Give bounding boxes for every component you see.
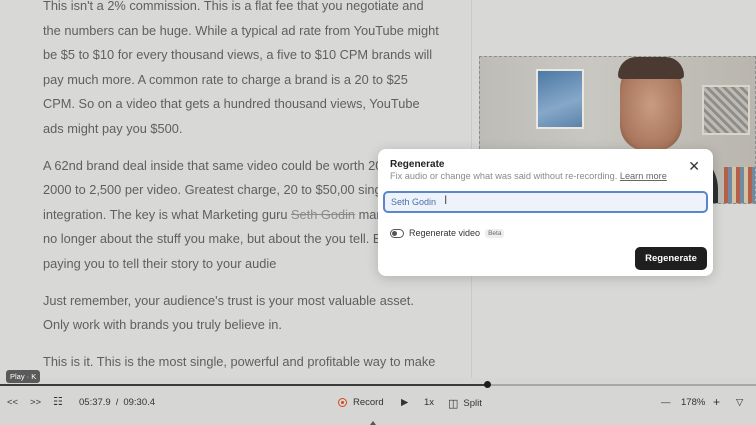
zoom-in-icon[interactable]: + xyxy=(713,395,720,409)
text-cursor-icon: I xyxy=(444,193,448,207)
toggle-icon[interactable] xyxy=(390,228,404,238)
learn-more-link[interactable]: Learn more xyxy=(620,171,667,181)
description-text: Fix audio or change what was said withou… xyxy=(390,171,618,181)
zoom-level: 178% xyxy=(681,397,706,408)
split-button[interactable]: ◫ Split xyxy=(448,397,482,410)
playhead[interactable] xyxy=(484,381,491,388)
rewind-icon[interactable]: << xyxy=(7,397,18,408)
regenerate-text-input[interactable] xyxy=(383,191,708,213)
chapters-icon[interactable]: ☷ xyxy=(53,395,63,408)
bookshelf xyxy=(724,167,755,203)
split-icon: ◫ xyxy=(448,398,459,410)
toggle-label: Regenerate video xyxy=(409,228,481,238)
transcript-paragraph[interactable]: This isn't a 2% commission. This is a fl… xyxy=(43,0,443,142)
zoom-out-icon[interactable]: — xyxy=(661,397,671,408)
play-tooltip: Play · K xyxy=(6,370,41,383)
transcript-paragraph[interactable]: This is it. This is the most single, pow… xyxy=(43,350,443,375)
transcript-paragraph[interactable]: Just remember, your audience's trust is … xyxy=(43,289,443,338)
record-button[interactable]: Record xyxy=(338,397,384,408)
split-label: Split xyxy=(463,398,482,409)
beta-badge: Beta xyxy=(485,228,505,238)
play-icon[interactable]: ▶ xyxy=(401,397,408,408)
dialog-title: Regenerate xyxy=(390,159,445,170)
selected-strikethrough-word[interactable]: Seth Godin xyxy=(291,207,355,222)
wall-art xyxy=(702,85,750,135)
timeline-progress xyxy=(0,384,487,386)
forward-icon[interactable]: >> xyxy=(30,397,41,408)
record-icon xyxy=(338,398,347,407)
dialog-description: Fix audio or change what was said withou… xyxy=(390,171,667,181)
wall-poster xyxy=(536,69,584,129)
bottom-toolbar: << >> ☷ 05:37.9 / 09:30.4 Record ▶ 1x ◫ … xyxy=(0,388,756,425)
filter-icon[interactable]: ▽ xyxy=(736,397,743,408)
regenerate-dialog: Regenerate Fix audio or change what was … xyxy=(378,149,713,276)
record-label: Record xyxy=(353,397,384,408)
time-separator: / xyxy=(115,397,119,408)
speaker-hair xyxy=(618,57,684,79)
time-readout: 05:37.9 / 09:30.4 xyxy=(79,397,155,408)
close-icon[interactable]: ✕ xyxy=(688,159,700,173)
speed-button[interactable]: 1x xyxy=(424,397,434,408)
total-time: 09:30.4 xyxy=(123,397,156,408)
regenerate-video-row[interactable]: Regenerate video Beta xyxy=(390,228,505,238)
regenerate-button[interactable]: Regenerate xyxy=(635,247,707,270)
current-time: 05:37.9 xyxy=(79,397,111,408)
center-marker-icon xyxy=(370,421,376,425)
